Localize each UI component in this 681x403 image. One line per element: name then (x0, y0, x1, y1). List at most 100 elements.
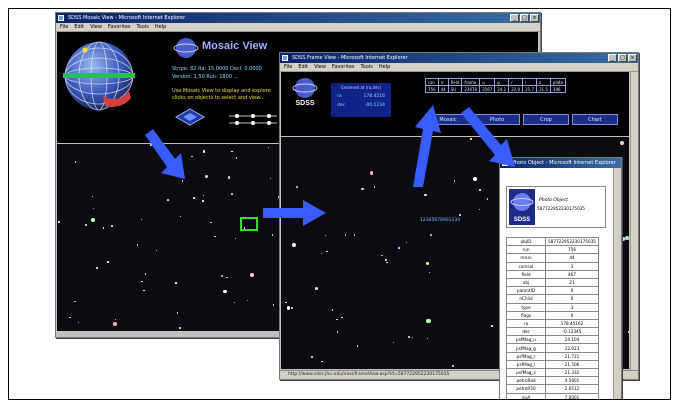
menu-help[interactable]: Help (155, 23, 166, 31)
selection-box[interactable] (240, 217, 258, 231)
photo-field-value: 2.0512 (545, 384, 599, 394)
photo-field-name: psfMag_z (506, 367, 546, 378)
star (272, 304, 275, 306)
photo-field-name: psfMag_g (506, 343, 546, 353)
photo-table-row: field 467 (506, 269, 599, 279)
photo-field-value: 0 (545, 286, 599, 296)
param-value: 21.7 (522, 85, 538, 93)
crop-button[interactable]: Crop (523, 114, 569, 125)
close-button[interactable]: × (628, 54, 637, 62)
param-header: frame (461, 78, 481, 86)
star (144, 273, 147, 275)
star (233, 301, 236, 304)
star (69, 316, 71, 319)
star (179, 327, 181, 329)
compass-nav-icon[interactable] (175, 108, 205, 126)
menu-file[interactable]: File (284, 63, 292, 71)
star (479, 189, 481, 191)
menu-edit[interactable]: Edit (298, 63, 308, 71)
star (287, 306, 291, 310)
sdss-logo: SDSS (291, 76, 319, 107)
star (491, 325, 493, 327)
star (428, 271, 431, 274)
star (344, 234, 347, 236)
photo-field-value: 44 (545, 253, 599, 263)
param-value: 396 (549, 85, 567, 93)
star (175, 282, 177, 284)
menu-file[interactable]: File (60, 23, 68, 31)
photo-table-row: petroRad 4.5601 (506, 376, 599, 386)
star (453, 180, 456, 182)
star (405, 241, 408, 244)
sky-globe-image[interactable] (63, 36, 135, 118)
frame-scrollbar[interactable] (630, 72, 638, 370)
photo-field-value: 0 (545, 294, 599, 304)
photo-field-name: field (506, 269, 546, 279)
star (202, 200, 204, 202)
menu-favorites[interactable]: Favorites (332, 63, 355, 71)
menu-tools[interactable]: Tools (137, 23, 149, 31)
mosaic-window-title: SDSS Mosaic View - Microsoft Internet Ex… (68, 15, 186, 21)
star (426, 337, 429, 340)
photo-field-value: 756 (545, 245, 599, 255)
mosaic-help-line-1: Use Mosaic View to display and explore (172, 88, 271, 94)
star (320, 252, 323, 255)
ie-icon (58, 15, 64, 21)
photo-table-row: psfMag_i 21.506 (506, 359, 599, 370)
photo-field-name: dec (506, 327, 546, 337)
zoom-slider[interactable] (227, 112, 279, 126)
menu-favorites[interactable]: Favorites (108, 23, 131, 31)
photo-field-value: 3 (545, 302, 599, 312)
frame-window-titlebar[interactable]: SDSS Frame View - Microsoft Internet Exp… (280, 53, 638, 63)
star (271, 234, 274, 236)
ra-value: 178.4516 (363, 94, 385, 99)
photo-field-value: -0.12345 (545, 327, 599, 337)
param-header: u (479, 78, 496, 86)
star (202, 194, 205, 197)
photo-field-value: 21.506 (545, 359, 599, 370)
star (291, 307, 293, 309)
photo-table-row: flags 0 (506, 310, 599, 320)
star (227, 176, 231, 179)
arrow-frame-to-buttons (413, 105, 441, 187)
mosaic-help-line-2: clicks on objects to select and view... (172, 95, 265, 101)
photo-field-name: obj (506, 277, 546, 288)
star (392, 341, 395, 344)
photo-field-name: psfMag_u (506, 335, 546, 345)
star (102, 227, 105, 229)
menu-edit[interactable]: Edit (74, 23, 84, 31)
close-button[interactable]: × (530, 14, 539, 22)
photo-table-row: run 756 (506, 245, 599, 255)
param-value: 22.0 (508, 85, 524, 93)
photo-field-name: type (506, 302, 546, 312)
menu-view[interactable]: View (314, 63, 326, 71)
maximize-button[interactable]: □ (618, 54, 627, 62)
star (85, 224, 87, 226)
photo-field-name: petroR50 (506, 384, 546, 394)
star (269, 177, 272, 180)
maximize-button[interactable]: □ (520, 14, 529, 22)
star (113, 322, 118, 327)
photo-table-row: psfMag_g 22.023 (506, 343, 599, 353)
star (191, 155, 193, 158)
photo-object-window: Photo Object - Microsoft Internet Explor… (499, 157, 622, 399)
star (107, 261, 109, 263)
frame-params-table: run rr field frame u g r i z plate 756 4… (425, 78, 567, 93)
star (386, 261, 388, 264)
photo-table-row: petroR50 2.0512 (506, 384, 599, 394)
photo-scrollbar[interactable] (613, 168, 621, 399)
arrow-mosaic-to-frame (263, 200, 326, 226)
menu-tools[interactable]: Tools (361, 63, 373, 71)
star (235, 157, 238, 159)
star (619, 140, 624, 146)
menu-view[interactable]: View (90, 23, 102, 31)
chart-button[interactable]: Chart (572, 114, 618, 125)
object-label[interactable]: 12345678901234 (420, 218, 460, 223)
photo-field-value: 21.721 (545, 351, 599, 361)
menu-help[interactable]: Help (379, 63, 390, 71)
svg-text:SDSS: SDSS (514, 217, 530, 223)
star (478, 208, 481, 211)
minimize-button[interactable]: _ (608, 54, 617, 62)
star (167, 199, 169, 201)
star (74, 300, 76, 303)
